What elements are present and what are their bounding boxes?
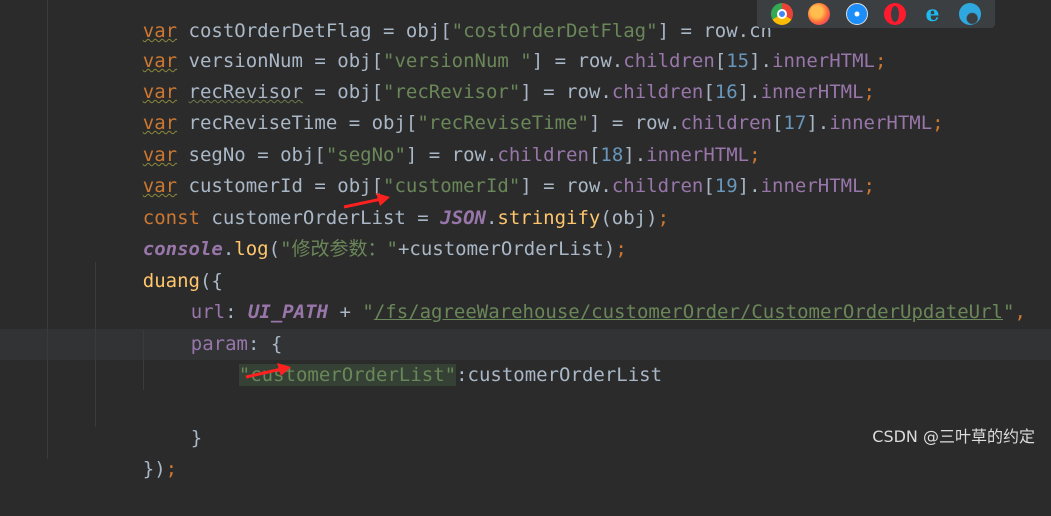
- semicolon: ;: [932, 112, 944, 134]
- code-token: +: [328, 301, 363, 323]
- string-quote: ": [362, 301, 374, 323]
- semicolon: ;: [657, 207, 670, 229]
- browser-preview-toolbar: e: [757, 0, 995, 28]
- ie-icon[interactable]: e: [921, 3, 943, 25]
- code-line: }: [145, 392, 202, 449]
- code-line: var costOrderDetFlag = obj["costOrderDet…: [97, 0, 772, 42]
- code-line: var recRevisor = obj["recRevisor"] = row…: [97, 46, 875, 103]
- edge-icon[interactable]: [959, 3, 982, 25]
- code-editor[interactable]: var costOrderDetFlag = obj["costOrderDet…: [0, 0, 1051, 480]
- semicolon: ;: [615, 238, 627, 260]
- watermark: CSDN @三叶草的约定: [872, 427, 1035, 446]
- semicolon: ;: [863, 175, 875, 197]
- code-token: :customerOrderList: [456, 364, 663, 386]
- opera-icon[interactable]: [883, 3, 906, 25]
- code-token: }): [142, 458, 166, 480]
- comma: ,: [1014, 301, 1026, 323]
- member-name: innerHTML: [760, 175, 864, 197]
- code-token: }: [190, 427, 203, 449]
- string-literal: "修改参数：": [280, 238, 398, 260]
- code-token: ].: [806, 112, 830, 134]
- code-line: var customerId = obj["customerId"] = row…: [97, 140, 875, 197]
- code-token: [: [771, 112, 784, 134]
- indent-guide: [47, 0, 48, 459]
- string-quote: ": [1003, 301, 1015, 323]
- indent-guide: [143, 330, 144, 390]
- number-literal: 17: [783, 112, 807, 134]
- red-arrow-icon: [343, 193, 390, 209]
- code-line: param: {: [145, 298, 283, 355]
- chrome-icon[interactable]: [770, 3, 793, 25]
- code-line: });: [97, 423, 177, 480]
- code-token: .: [222, 238, 235, 260]
- code-token: (: [268, 238, 281, 260]
- safari-icon[interactable]: [846, 3, 869, 25]
- code-token: ].: [737, 175, 761, 197]
- firefox-icon[interactable]: [808, 3, 831, 25]
- semicolon: ;: [874, 50, 887, 72]
- indent-guide: [95, 262, 96, 427]
- function-name: log: [234, 238, 269, 260]
- member-name: innerHTML: [829, 112, 933, 134]
- code-token: +customerOrderList): [397, 238, 616, 260]
- code-line: url: UI_PATH + "/fs/agreeWarehouse/custo…: [145, 266, 1026, 323]
- number-literal: 19: [714, 175, 738, 197]
- code-line: var recReviseTime = obj["recReviseTime"]…: [97, 77, 944, 134]
- semicolon: ;: [165, 458, 178, 480]
- code-token: [: [703, 175, 715, 197]
- red-arrow-icon: [245, 363, 291, 379]
- code-line-current[interactable]: "customerOrderList":customerOrderList: [193, 329, 662, 386]
- code-line: var segNo = obj["segNo"] = row.children[…: [97, 109, 761, 166]
- code-line: duang({: [97, 235, 223, 292]
- url-string[interactable]: /fs/agreeWarehouse/customerOrder/Custome…: [374, 301, 1003, 323]
